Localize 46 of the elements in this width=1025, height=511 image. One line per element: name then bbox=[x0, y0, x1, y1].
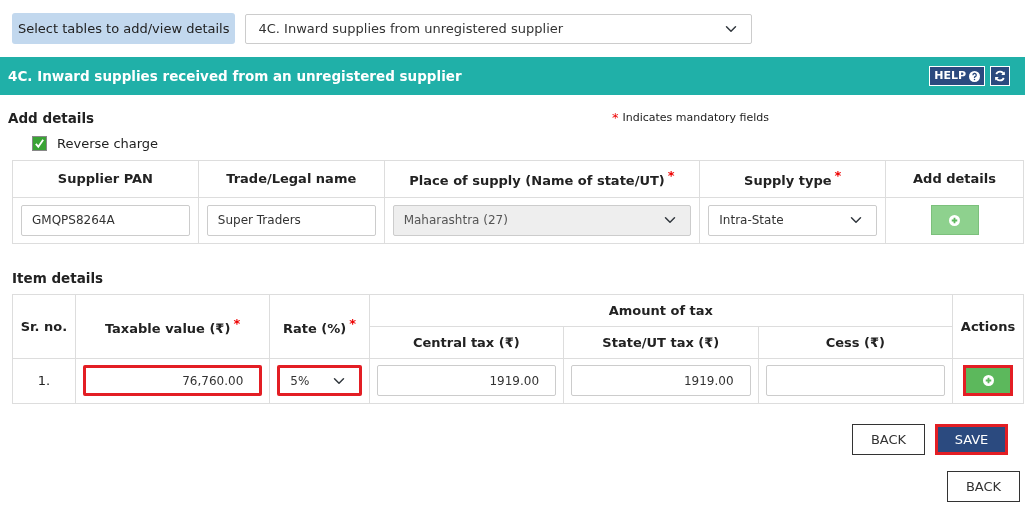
add-item-button[interactable] bbox=[963, 365, 1014, 397]
question-icon bbox=[969, 70, 980, 82]
required-mark: * bbox=[349, 315, 356, 331]
column-header: Taxable value (₹) bbox=[104, 321, 231, 337]
column-header: Place of supply (Name of state/UT) bbox=[409, 173, 665, 189]
column-header: Central tax (₹) bbox=[412, 334, 520, 350]
text-field[interactable]: Super Traders bbox=[206, 204, 376, 236]
column-header: Supply type bbox=[744, 173, 832, 189]
section-heading: Item details bbox=[11, 268, 105, 288]
amount-field[interactable]: 76,760.00 bbox=[82, 365, 263, 397]
save-button[interactable]: SAVE bbox=[935, 423, 1008, 455]
section-heading: Add details bbox=[8, 108, 96, 128]
checkbox-label: Reverse charge bbox=[57, 135, 159, 153]
required-mark: * bbox=[834, 168, 842, 184]
input-field[interactable] bbox=[765, 365, 946, 397]
mandatory-note: Indicates mandatory fields bbox=[622, 109, 770, 126]
column-header: Supplier PAN bbox=[57, 170, 153, 186]
column-header: Rate (%) bbox=[282, 321, 347, 337]
row-number: 1. bbox=[37, 372, 51, 388]
column-header: Amount of tax bbox=[608, 302, 713, 318]
supply-type-select[interactable]: Intra-State bbox=[708, 204, 878, 236]
column-header: State/UT tax (₹) bbox=[602, 334, 720, 350]
column-header: Cess (₹) bbox=[825, 334, 885, 350]
amount-field[interactable]: 1919.00 bbox=[376, 365, 557, 397]
required-mark: * bbox=[612, 109, 619, 128]
column-header: Sr. no. bbox=[20, 318, 68, 334]
rate-select[interactable]: 5% bbox=[277, 365, 362, 397]
column-header: Actions bbox=[960, 318, 1016, 334]
required-mark: * bbox=[667, 168, 675, 184]
table-select[interactable]: 4C. Inward supplies from unregistered supplier bbox=[245, 13, 753, 44]
refresh-icon bbox=[994, 70, 1006, 82]
plus-icon bbox=[949, 214, 961, 226]
reverse-charge-checkbox[interactable] bbox=[32, 136, 47, 152]
refresh-button[interactable] bbox=[990, 66, 1010, 86]
section-title: 4C. Inward supplies received from an unregistered supplier bbox=[8, 66, 462, 86]
back-button[interactable]: BACK bbox=[852, 423, 925, 455]
selector-label: Select tables to add/view details bbox=[12, 12, 236, 45]
check-icon bbox=[34, 138, 45, 150]
required-mark: * bbox=[233, 315, 241, 331]
back-button[interactable]: BACK bbox=[947, 470, 1020, 502]
amount-field[interactable]: 1919.00 bbox=[571, 365, 751, 397]
help-button[interactable]: HELP bbox=[929, 66, 985, 86]
text-field[interactable]: GMQPS8264A bbox=[21, 204, 190, 236]
plus-icon bbox=[982, 375, 994, 387]
column-header: Add details bbox=[913, 170, 996, 186]
column-header: Trade/Legal name bbox=[226, 170, 357, 186]
